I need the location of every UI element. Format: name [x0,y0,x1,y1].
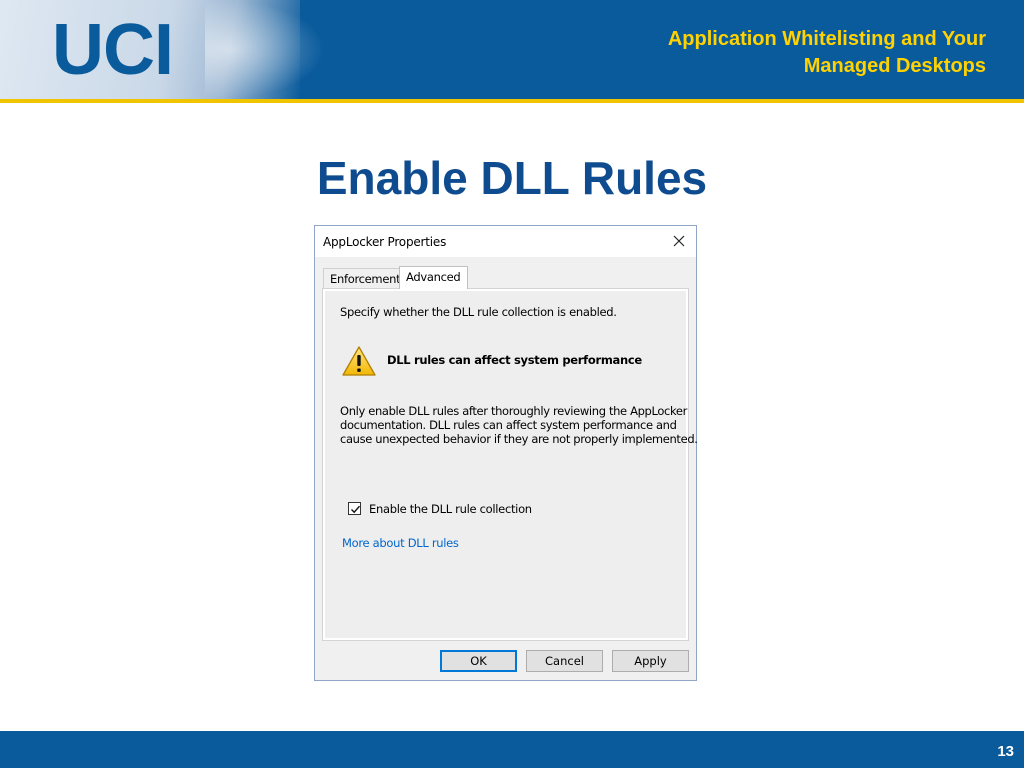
dialog-titlebar[interactable]: AppLocker Properties [315,226,696,257]
warning-body-line: documentation. DLL rules can affect syst… [340,418,677,432]
warning-body-line: cause unexpected behavior if they are no… [340,432,698,446]
tab-enforcement[interactable]: Enforcement [323,268,401,288]
warning-body: Only enable DLL rules after thoroughly r… [340,404,698,446]
header-title-line2: Managed Desktops [803,55,986,77]
intro-text: Specify whether the DLL rule collection … [340,305,617,319]
slide-footer: 13 [0,731,1024,768]
apply-button[interactable]: Apply [612,650,689,672]
tab-advanced[interactable]: Advanced [399,266,468,289]
applocker-properties-dialog: AppLocker Properties Enforcement Advance… [314,225,698,681]
cancel-button[interactable]: Cancel [526,650,603,672]
panel-body: Specify whether the DLL rule collection … [325,291,698,638]
header-title-line1: Application Whitelisting and Your [667,28,986,50]
warning-icon [341,345,377,377]
more-about-dll-rules-link[interactable]: More about DLL rules [342,536,459,550]
slide-title: Enable DLL Rules [316,152,708,204]
ok-button[interactable]: OK [440,650,517,672]
advanced-tab-panel: Specify whether the DLL rule collection … [322,288,698,641]
slide-header: UCI Application Whitelisting and Your Ma… [0,0,1024,99]
checkmark-icon [351,505,361,514]
enable-dll-checkbox[interactable] [348,502,361,515]
dialog-title: AppLocker Properties [323,235,447,249]
page-number: 13 [997,743,1014,760]
enable-dll-checkbox-label[interactable]: Enable the DLL rule collection [369,502,532,516]
logo-panel: UCI [0,0,325,99]
header-title: Application Whitelisting and Your Manage… [566,26,986,80]
uci-logo: UCI [52,10,174,90]
warning-heading: DLL rules can affect system performance [387,353,642,367]
gold-divider [0,99,1024,103]
close-icon[interactable] [668,230,690,252]
warning-body-line: Only enable DLL rules after thoroughly r… [340,404,688,418]
